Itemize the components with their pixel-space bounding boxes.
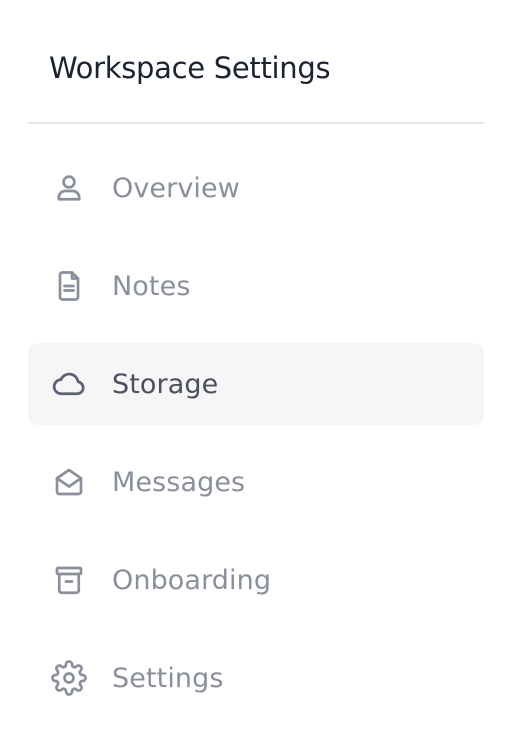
mail-open-icon	[48, 461, 90, 503]
settings-sidebar: Workspace Settings Overview Notes Storag…	[0, 0, 512, 754]
cloud-icon	[48, 363, 90, 405]
nav-item-label: Settings	[112, 662, 224, 694]
nav-item-label: Messages	[112, 466, 246, 498]
header-divider	[28, 122, 484, 124]
user-icon	[48, 167, 90, 209]
nav-item-notes[interactable]: Notes	[28, 245, 484, 327]
nav-item-overview[interactable]: Overview	[28, 147, 484, 229]
archive-icon	[48, 559, 90, 601]
nav-item-label: Notes	[112, 270, 191, 302]
nav-item-storage[interactable]: Storage	[28, 343, 484, 425]
nav-item-settings[interactable]: Settings	[28, 637, 484, 719]
page-title: Workspace Settings	[49, 51, 331, 85]
document-icon	[48, 265, 90, 307]
nav-item-label: Onboarding	[112, 564, 272, 596]
settings-nav: Overview Notes Storage Messages Onboardi…	[28, 147, 484, 735]
nav-item-onboarding[interactable]: Onboarding	[28, 539, 484, 621]
nav-item-messages[interactable]: Messages	[28, 441, 484, 523]
nav-item-label: Storage	[112, 368, 219, 400]
gear-icon	[48, 657, 90, 699]
nav-item-label: Overview	[112, 172, 240, 204]
